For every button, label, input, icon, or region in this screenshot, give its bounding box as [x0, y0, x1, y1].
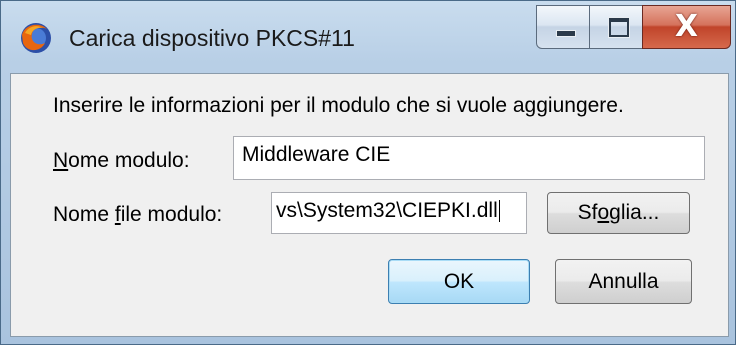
minimize-icon: [556, 30, 576, 37]
maximize-button[interactable]: [589, 5, 643, 49]
maximize-icon: [609, 18, 629, 37]
title-bar[interactable]: Carica dispositivo PKCS#11 X: [1, 1, 735, 73]
minimize-button[interactable]: [536, 5, 590, 49]
module-file-label: Nome file modulo:: [53, 203, 223, 226]
firefox-icon: [21, 23, 51, 53]
window-title: Carica dispositivo PKCS#11: [69, 25, 355, 51]
close-button[interactable]: X: [642, 5, 731, 49]
info-text: Inserire le informazioni per il modulo c…: [53, 94, 624, 117]
module-name-input[interactable]: Middleware CIE: [233, 136, 705, 180]
cancel-button[interactable]: Annulla: [555, 259, 692, 304]
module-file-input[interactable]: vs\System32\CIEPKI.dll: [271, 192, 527, 234]
text-caret: [498, 200, 500, 223]
accelerator-key: N: [53, 149, 69, 172]
close-icon: X: [674, 9, 699, 44]
browse-button[interactable]: Sfoglia...: [547, 192, 690, 234]
module-file-value: vs\System32\CIEPKI.dll: [276, 199, 498, 222]
module-name-label: Nome modulo:: [53, 149, 190, 172]
ok-button[interactable]: OK: [388, 259, 530, 304]
